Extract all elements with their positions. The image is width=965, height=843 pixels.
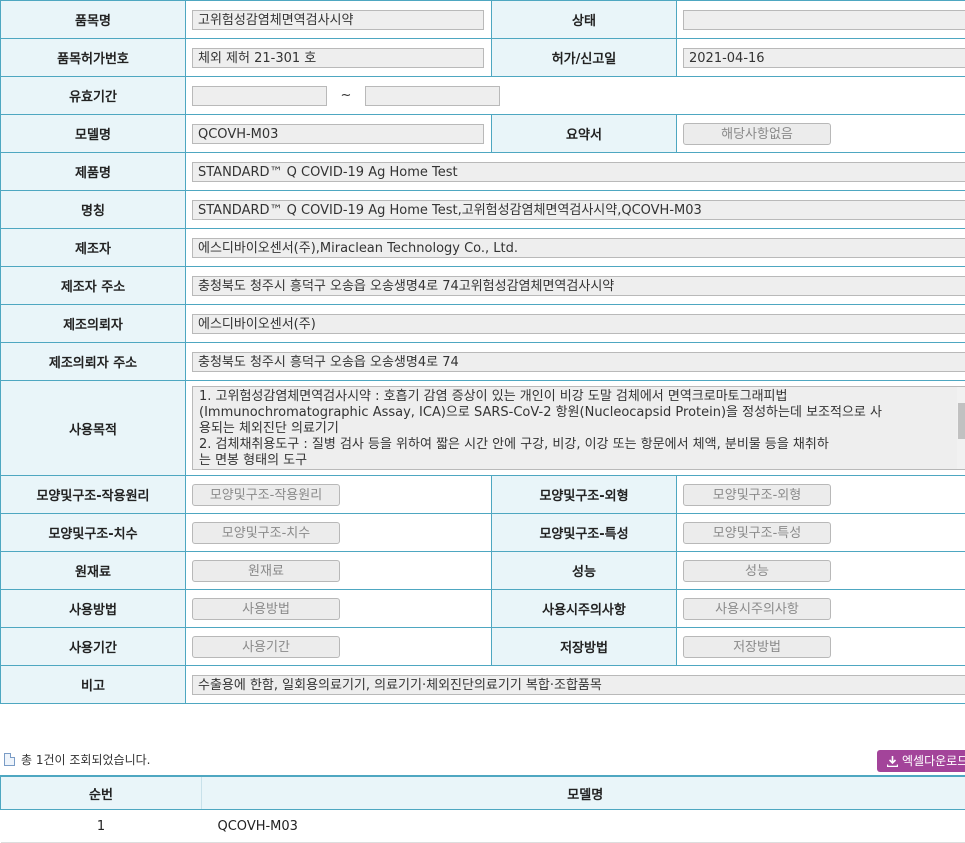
- row-title: 명칭 STANDARD™ Q COVID-19 Ag Home Test,고위험…: [1, 191, 965, 229]
- maker-label: 제조자: [1, 229, 186, 267]
- table-row[interactable]: 1 QCOVH-M03: [1, 810, 965, 843]
- column-header-model[interactable]: 모델명: [202, 776, 965, 810]
- model-label: 모델명: [1, 115, 186, 153]
- model-field[interactable]: QCOVH-M03: [192, 124, 484, 144]
- validity-label: 유효기간: [1, 77, 186, 115]
- row-validity: 유효기간 ~: [1, 77, 965, 115]
- excel-download-button[interactable]: 엑셀다운로드: [877, 750, 965, 772]
- excel-download-label: 엑셀다운로드: [902, 754, 965, 768]
- period-button[interactable]: 사용기간: [192, 636, 340, 658]
- dimension-label: 모양및구조-치수: [1, 514, 186, 552]
- download-icon: [887, 756, 898, 767]
- usage-label: 사용방법: [1, 590, 186, 628]
- row-remark: 비고 수출용에 한함, 일회용의료기기, 의료기기·체외진단의료기기 복합·조합…: [1, 666, 965, 704]
- material-label: 원재료: [1, 552, 186, 590]
- product-name-label: 품목명: [1, 1, 186, 39]
- result-count-text: 총 1건이 조회되었습니다.: [21, 751, 150, 768]
- item-name-field[interactable]: STANDARD™ Q COVID-19 Ag Home Test: [192, 162, 965, 182]
- row-usage: 사용방법 사용방법 사용시주의사항 사용시주의사항: [1, 590, 965, 628]
- principle-label: 모양및구조-작용원리: [1, 476, 186, 514]
- row-dimension: 모양및구조-치수 모양및구조-치수 모양및구조-특성 모양및구조-특성: [1, 514, 965, 552]
- validity-tilde: ~: [327, 88, 365, 103]
- purpose-line: 1. 고위험성감염체면역검사시약 : 호흡기 감염 증상이 있는 개인이 비강 …: [199, 389, 945, 405]
- document-icon: [4, 753, 15, 766]
- appearance-label: 모양및구조-외형: [492, 476, 677, 514]
- title-field[interactable]: STANDARD™ Q COVID-19 Ag Home Test,고위험성감염…: [192, 200, 965, 220]
- purpose-scroll-thumb[interactable]: [958, 403, 965, 439]
- row-material: 원재료 원재료 성능 성능: [1, 552, 965, 590]
- row-maker-address: 제조자 주소 충청북도 청주시 흥덕구 오송읍 오송생명4로 74고위험성감염체…: [1, 267, 965, 305]
- column-header-no[interactable]: 순번: [1, 776, 202, 810]
- result-summary: 총 1건이 조회되었습니다.: [4, 751, 150, 768]
- client-field[interactable]: 에스디바이오센서(주): [192, 314, 965, 334]
- summary-label: 요약서: [492, 115, 677, 153]
- row-purpose: 사용목적 1. 고위험성감염체면역검사시약 : 호흡기 감염 증상이 있는 개인…: [1, 381, 965, 476]
- status-field[interactable]: [683, 10, 965, 30]
- product-detail-table: 품목명 고위험성감염체면역검사시약 상태 품목허가번호 체외 제허 21-301…: [0, 0, 965, 704]
- performance-label: 성능: [492, 552, 677, 590]
- permit-no-label: 품목허가번호: [1, 39, 186, 77]
- purpose-line: (Immunochromatographic Assay, ICA)으로 SAR…: [199, 405, 945, 421]
- product-name-field[interactable]: 고위험성감염체면역검사시약: [192, 10, 484, 30]
- appearance-button[interactable]: 모양및구조-외형: [683, 484, 831, 506]
- material-button[interactable]: 원재료: [192, 560, 340, 582]
- feature-button[interactable]: 모양및구조-특성: [683, 522, 831, 544]
- principle-button[interactable]: 모양및구조-작용원리: [192, 484, 340, 506]
- maker-address-field[interactable]: 충청북도 청주시 흥덕구 오송읍 오송생명4로 74고위험성감염체면역검사시약: [192, 276, 965, 296]
- permit-no-field[interactable]: 체외 제허 21-301 호: [192, 48, 484, 68]
- title-label: 명칭: [1, 191, 186, 229]
- period-label: 사용기간: [1, 628, 186, 666]
- feature-label: 모양및구조-특성: [492, 514, 677, 552]
- purpose-scrollbar[interactable]: [957, 387, 965, 469]
- row-permit: 품목허가번호 체외 제허 21-301 호 허가/신고일 2021-04-16: [1, 39, 965, 77]
- client-label: 제조의뢰자: [1, 305, 186, 343]
- purpose-label: 사용목적: [1, 381, 186, 476]
- usage-button[interactable]: 사용방법: [192, 598, 340, 620]
- row-client: 제조의뢰자 에스디바이오센서(주): [1, 305, 965, 343]
- validity-from-field[interactable]: [192, 86, 327, 106]
- status-label: 상태: [492, 1, 677, 39]
- summary-button[interactable]: 해당사항없음: [683, 123, 831, 145]
- purpose-textarea[interactable]: 1. 고위험성감염체면역검사시약 : 호흡기 감염 증상이 있는 개인이 비강 …: [192, 386, 965, 470]
- row-principle: 모양및구조-작용원리 모양및구조-작용원리 모양및구조-외형 모양및구조-외형: [1, 476, 965, 514]
- client-address-field[interactable]: 충청북도 청주시 흥덕구 오송읍 오송생명4로 74: [192, 352, 965, 372]
- row-client-address: 제조의뢰자 주소 충청북도 청주시 흥덕구 오송읍 오송생명4로 74: [1, 343, 965, 381]
- caution-label: 사용시주의사항: [492, 590, 677, 628]
- row-model[interactable]: QCOVH-M03: [202, 810, 965, 843]
- storage-button[interactable]: 저장방법: [683, 636, 831, 658]
- row-no: 1: [1, 810, 202, 843]
- dimension-button[interactable]: 모양및구조-치수: [192, 522, 340, 544]
- storage-label: 저장방법: [492, 628, 677, 666]
- row-item-name: 제품명 STANDARD™ Q COVID-19 Ag Home Test: [1, 153, 965, 191]
- caution-button[interactable]: 사용시주의사항: [683, 598, 831, 620]
- validity-to-field[interactable]: [365, 86, 500, 106]
- permit-date-field[interactable]: 2021-04-16: [683, 48, 965, 68]
- item-name-label: 제품명: [1, 153, 186, 191]
- remark-label: 비고: [1, 666, 186, 704]
- row-period: 사용기간 사용기간 저장방법 저장방법: [1, 628, 965, 666]
- remark-field[interactable]: 수출용에 한함, 일회용의료기기, 의료기기·체외진단의료기기 복합·조합품목: [192, 675, 965, 695]
- purpose-line: 는 면봉 형태의 도구: [199, 453, 945, 469]
- purpose-line: 2. 검체채취용도구 : 질병 검사 등을 위하여 짧은 시간 안에 구강, 비…: [199, 437, 945, 453]
- purpose-line: 용되는 체외진단 의료기기: [199, 421, 945, 437]
- maker-field[interactable]: 에스디바이오센서(주),Miraclean Technology Co., Lt…: [192, 238, 965, 258]
- client-address-label: 제조의뢰자 주소: [1, 343, 186, 381]
- row-model: 모델명 QCOVH-M03 요약서 해당사항없음: [1, 115, 965, 153]
- permit-date-label: 허가/신고일: [492, 39, 677, 77]
- row-maker: 제조자 에스디바이오센서(주),Miraclean Technology Co.…: [1, 229, 965, 267]
- list-header-row: 순번 모델명: [1, 776, 965, 810]
- maker-address-label: 제조자 주소: [1, 267, 186, 305]
- performance-button[interactable]: 성능: [683, 560, 831, 582]
- row-product-name: 품목명 고위험성감염체면역검사시약 상태: [1, 1, 965, 39]
